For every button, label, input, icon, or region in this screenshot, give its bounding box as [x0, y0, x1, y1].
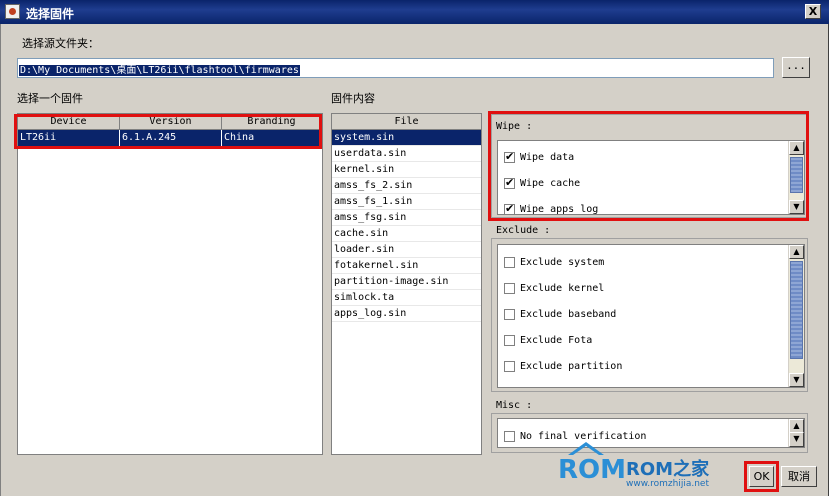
list-item[interactable]: cache.sin [332, 226, 481, 242]
wipe-options: Wipe data Wipe cache Wipe apps_log ▲ ▼ [497, 140, 805, 215]
wipe-data-checkbox[interactable]: Wipe data [504, 150, 575, 165]
checkbox-icon [504, 150, 515, 164]
window-title: 选择固件 [26, 7, 75, 21]
firmware-table[interactable]: Device Version Branding LT26ii 6.1.A.245… [17, 113, 323, 455]
exclude-system-checkbox[interactable]: Exclude system [504, 256, 604, 270]
list-item[interactable]: partition-image.sin [332, 274, 481, 290]
wipe-cache-label: Wipe cache [520, 178, 581, 189]
exclude-system-label: Exclude system [520, 257, 605, 268]
exclude-options: Exclude system Exclude kernel Exclude ba… [497, 244, 805, 388]
list-item[interactable]: apps_log.sin [332, 306, 481, 322]
column-version[interactable]: Version [120, 114, 222, 130]
wipe-title: Wipe : [496, 121, 533, 132]
scroll-down-icon[interactable]: ▼ [789, 373, 804, 387]
scroll-up-icon[interactable]: ▲ [789, 141, 804, 155]
firmware-label: 选择一个固件 [17, 92, 83, 105]
column-device[interactable]: Device [18, 114, 120, 130]
watermark: ROM ROM之家 www.romzhijia.net [556, 441, 726, 493]
exclude-fota-checkbox[interactable]: Exclude Fota [504, 334, 592, 348]
list-item[interactable]: fotakernel.sin [332, 258, 481, 274]
scroll-down-icon[interactable]: ▼ [789, 432, 804, 447]
checkbox-icon [504, 431, 515, 442]
list-item[interactable]: amss_fsg.sin [332, 210, 481, 226]
wipe-apps-log-label: Wipe apps_log [520, 204, 599, 215]
ok-button[interactable]: OK [749, 466, 774, 487]
checkbox-icon [504, 202, 515, 214]
exclude-kernel-checkbox[interactable]: Exclude kernel [504, 282, 604, 296]
source-folder-path: D:\My Documents\桌面\LT26ii\flashtool\firm… [19, 65, 300, 76]
cell-branding: China [222, 130, 322, 146]
scroll-down-icon[interactable]: ▼ [789, 200, 804, 214]
exclude-title: Exclude : [496, 225, 551, 236]
checkbox-icon [504, 257, 515, 268]
watermark-url: www.romzhijia.net [626, 479, 709, 489]
firmware-table-header: Device Version Branding [18, 114, 322, 130]
list-item[interactable]: simlock.ta [332, 290, 481, 306]
checkbox-icon [504, 335, 515, 346]
list-item[interactable]: userdata.sin [332, 146, 481, 162]
list-item[interactable]: loader.sin [332, 242, 481, 258]
cell-device: LT26ii [18, 130, 120, 146]
scroll-up-icon[interactable]: ▲ [789, 245, 804, 259]
wipe-apps-log-checkbox[interactable]: Wipe apps_log [504, 202, 599, 215]
content-label: 固件内容 [331, 92, 375, 105]
close-button[interactable]: X [805, 4, 821, 19]
wipe-scrollbar[interactable]: ▲ ▼ [788, 141, 804, 214]
exclude-scrollbar[interactable]: ▲ ▼ [788, 245, 804, 387]
list-item[interactable]: amss_fs_2.sin [332, 178, 481, 194]
source-folder-input[interactable]: D:\My Documents\桌面\LT26ii\flashtool\firm… [17, 58, 774, 78]
cancel-button[interactable]: 取消 [781, 466, 817, 487]
exclude-baseband-checkbox[interactable]: Exclude baseband [504, 308, 616, 322]
column-branding[interactable]: Branding [222, 114, 322, 130]
cell-version: 6.1.A.245 [120, 130, 222, 146]
exclude-baseband-label: Exclude baseband [520, 309, 617, 320]
list-item[interactable]: amss_fs_1.sin [332, 194, 481, 210]
app-icon [5, 4, 20, 19]
checkbox-icon [504, 283, 515, 294]
checkbox-icon [504, 361, 515, 372]
exclude-partition-checkbox[interactable]: Exclude partition [504, 360, 622, 374]
list-item[interactable]: kernel.sin [332, 162, 481, 178]
wipe-cache-checkbox[interactable]: Wipe cache [504, 176, 581, 191]
list-item[interactable]: system.sin [332, 130, 481, 146]
watermark-brand: ROM之家 [626, 459, 710, 480]
exclude-partition-label: Exclude partition [520, 361, 623, 372]
scroll-thumb[interactable] [790, 261, 803, 359]
watermark-logo: ROM [558, 455, 626, 485]
checkbox-icon [504, 309, 515, 320]
browse-button[interactable]: ... [782, 57, 810, 78]
exclude-kernel-label: Exclude kernel [520, 283, 605, 294]
title-bar: 选择固件 X [0, 0, 829, 24]
source-folder-label: 选择源文件夹： [22, 37, 99, 50]
table-row[interactable]: LT26ii 6.1.A.245 China [18, 130, 322, 146]
scroll-thumb[interactable] [790, 157, 803, 193]
file-list-header[interactable]: File [332, 114, 481, 130]
misc-scrollbar[interactable]: ▲ ▼ [788, 419, 804, 447]
exclude-fota-label: Exclude Fota [520, 335, 593, 346]
wipe-data-label: Wipe data [520, 152, 575, 163]
checkbox-icon [504, 176, 515, 190]
misc-title: Misc : [496, 400, 533, 411]
file-list[interactable]: File system.sin userdata.sin kernel.sin … [331, 113, 482, 455]
